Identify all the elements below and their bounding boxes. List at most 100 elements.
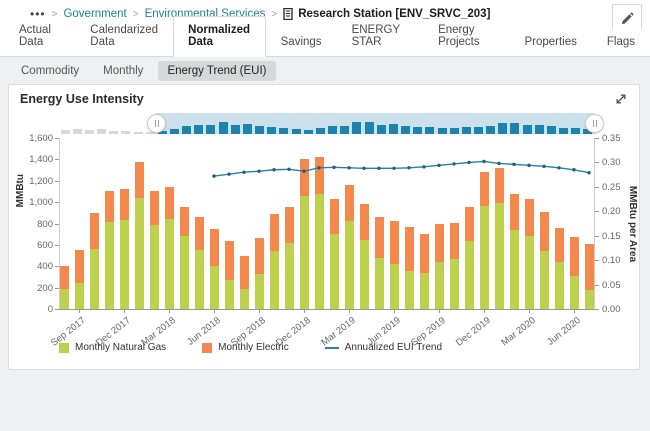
navigator-bar (121, 131, 131, 134)
right-axis-tick (595, 211, 599, 213)
energy-use-intensity-panel: Energy Use Intensity 0 200 400 600 800 1,000 1… (8, 84, 640, 370)
navigator-bar (109, 130, 119, 134)
navigator-bar (97, 128, 107, 134)
right-axis-tick-label: 0.05 (602, 279, 621, 291)
x-axis-tick (169, 309, 170, 313)
x-axis-tick (394, 309, 395, 313)
navigator-bar (242, 124, 252, 134)
right-axis-line (594, 138, 595, 309)
navigator-bar (303, 129, 313, 134)
navigator-bar (328, 126, 338, 134)
subtab-commodity[interactable]: Commodity (12, 61, 88, 81)
tab-normalized-data[interactable]: Normalized Data (173, 16, 266, 57)
navigator-left-handle[interactable] (146, 114, 166, 133)
eui-trend-point (227, 172, 231, 176)
navigator-bar (559, 127, 569, 134)
tab-flags[interactable]: Flags (592, 28, 650, 56)
eui-trend-point (437, 163, 441, 168)
navigator-bar (437, 127, 447, 134)
navigator-bar (425, 127, 435, 134)
navigator-bar (255, 125, 265, 134)
navigator-bar (461, 127, 471, 134)
x-axis-tick (79, 309, 80, 313)
x-axis-tick (259, 309, 260, 313)
x-axis-tick (439, 309, 440, 313)
navigator-bar (72, 129, 82, 134)
x-axis-tick (529, 309, 530, 313)
application-window: ••• > Government > Environmental Services > … (0, 0, 650, 431)
navigator-bar (60, 130, 70, 134)
eui-chart: 0 200 400 600 800 1,000 1,200 1,400 1,600 0.00 0.0… (9, 111, 639, 367)
legend-item-annualized-eui-trend[interactable]: Annualized EUI Trend (324, 342, 443, 353)
x-axis-tick (124, 309, 125, 313)
eui-trend-point (422, 165, 426, 169)
subtab-monthly[interactable]: Monthly (94, 61, 152, 81)
navigator-bar (267, 126, 277, 134)
eui-trend-point (347, 166, 351, 170)
eui-trend-point (467, 160, 471, 165)
left-axis-title: MMBtu (15, 173, 26, 207)
eui-trend-point (512, 162, 516, 167)
x-axis-tick (349, 309, 350, 313)
navigator-bar (315, 128, 325, 134)
tab-properties[interactable]: Properties (509, 28, 591, 56)
navigator-bar (534, 125, 544, 134)
x-axis-line (59, 309, 595, 310)
eui-trend-point (497, 161, 501, 166)
legend-label: Annualized EUI Trend (344, 342, 443, 353)
annualized-eui-trend-line (212, 159, 591, 178)
navigator-bar (84, 130, 94, 134)
expand-icon (616, 94, 626, 104)
tab-savings[interactable]: Savings (266, 28, 337, 56)
eui-trend-point (257, 169, 261, 173)
eui-trend-point (317, 166, 321, 170)
right-axis-tick (595, 186, 599, 188)
navigator-bar (230, 124, 240, 134)
navigator-bar (498, 123, 508, 134)
legend-swatch (202, 342, 213, 353)
legend-item-monthly-natural-gas[interactable]: Monthly Natural Gas (59, 342, 166, 353)
eui-trend-point (377, 166, 381, 170)
tab-energy-projects[interactable]: Energy Projects (423, 16, 509, 56)
left-axis-tick-label: 0 (47, 304, 53, 315)
expand-button[interactable] (612, 90, 630, 108)
eui-trend-point (587, 170, 591, 175)
left-axis-tick-label: 200 (37, 282, 53, 294)
subtab-bar: Commodity Monthly Energy Trend (EUI) (0, 57, 650, 84)
x-axis-tick (304, 309, 305, 313)
navigator-bar (571, 128, 581, 134)
panel-title: Energy Use Intensity (20, 92, 144, 106)
x-axis-tick (574, 309, 575, 313)
legend-label: Monthly Natural Gas (75, 342, 167, 353)
navigator-bar (364, 122, 374, 134)
eui-trend-point (332, 165, 336, 170)
eui-trend-point (527, 163, 531, 168)
eui-trend-point (542, 164, 546, 169)
pencil-icon (622, 12, 634, 24)
x-axis-tick (214, 309, 215, 313)
eui-trend-point (452, 162, 456, 166)
navigator-bar (194, 124, 204, 134)
tab-actual-data[interactable]: Actual Data (4, 16, 75, 56)
navigator-bar (401, 125, 411, 134)
navigator-bar (340, 125, 350, 134)
legend-item-monthly-electric[interactable]: Monthly Electric (202, 342, 289, 353)
legend-line-swatch (324, 346, 339, 349)
right-axis-tick-label: 0.30 (602, 157, 621, 169)
eui-trend-point (287, 167, 291, 171)
navigator-bar (510, 122, 520, 134)
right-axis-tick (595, 309, 599, 310)
subtab-energy-trend-eui[interactable]: Energy Trend (EUI) (158, 60, 276, 81)
left-axis-tick-label: 800 (37, 218, 53, 230)
eui-trend-point (572, 168, 576, 172)
left-axis-tick-label: 400 (37, 261, 53, 273)
tab-calendarized-data[interactable]: Calendarized Data (75, 16, 173, 56)
eui-trend-point (302, 169, 306, 173)
left-axis-tick (55, 309, 59, 310)
navigator-bar (218, 122, 228, 134)
left-axis-tick-label: 1,400 (29, 154, 53, 166)
eui-trend-point (362, 166, 366, 170)
navigator-bar (279, 127, 289, 134)
navigator-right-handle[interactable] (584, 114, 604, 133)
tab-energy-star[interactable]: ENERGY STAR (337, 16, 424, 56)
